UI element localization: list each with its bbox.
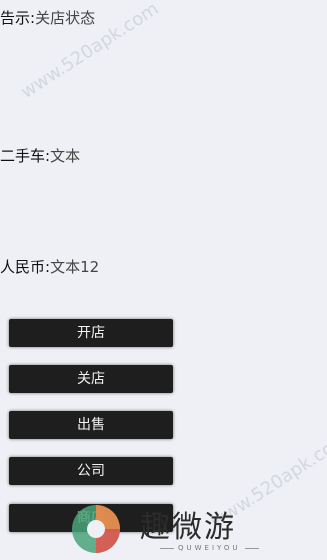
rmb-label: 人民币: — [0, 258, 51, 276]
close-shop-button[interactable]: 关店 — [9, 365, 173, 393]
brand-subtitle: QUWEIYOU — [156, 544, 263, 552]
company-button[interactable]: 公司 — [9, 457, 173, 485]
sell-button[interactable]: 出售 — [9, 411, 173, 439]
shop-button[interactable]: 商店 — [9, 504, 173, 532]
secondhand-row: 二手车:文本 — [0, 147, 80, 165]
notice-row: 告示:关店状态 — [0, 9, 95, 27]
secondhand-value: 文本 — [50, 147, 81, 165]
rmb-row: 人民币:文本12 — [0, 258, 99, 276]
secondhand-label: 二手车: — [0, 147, 51, 165]
notice-value: 关店状态 — [35, 9, 96, 27]
watermark-bottom: www.520apk.com — [207, 428, 327, 533]
notice-label: 告示: — [0, 9, 36, 27]
open-shop-button[interactable]: 开店 — [9, 319, 173, 347]
rmb-value: 文本12 — [50, 258, 100, 276]
